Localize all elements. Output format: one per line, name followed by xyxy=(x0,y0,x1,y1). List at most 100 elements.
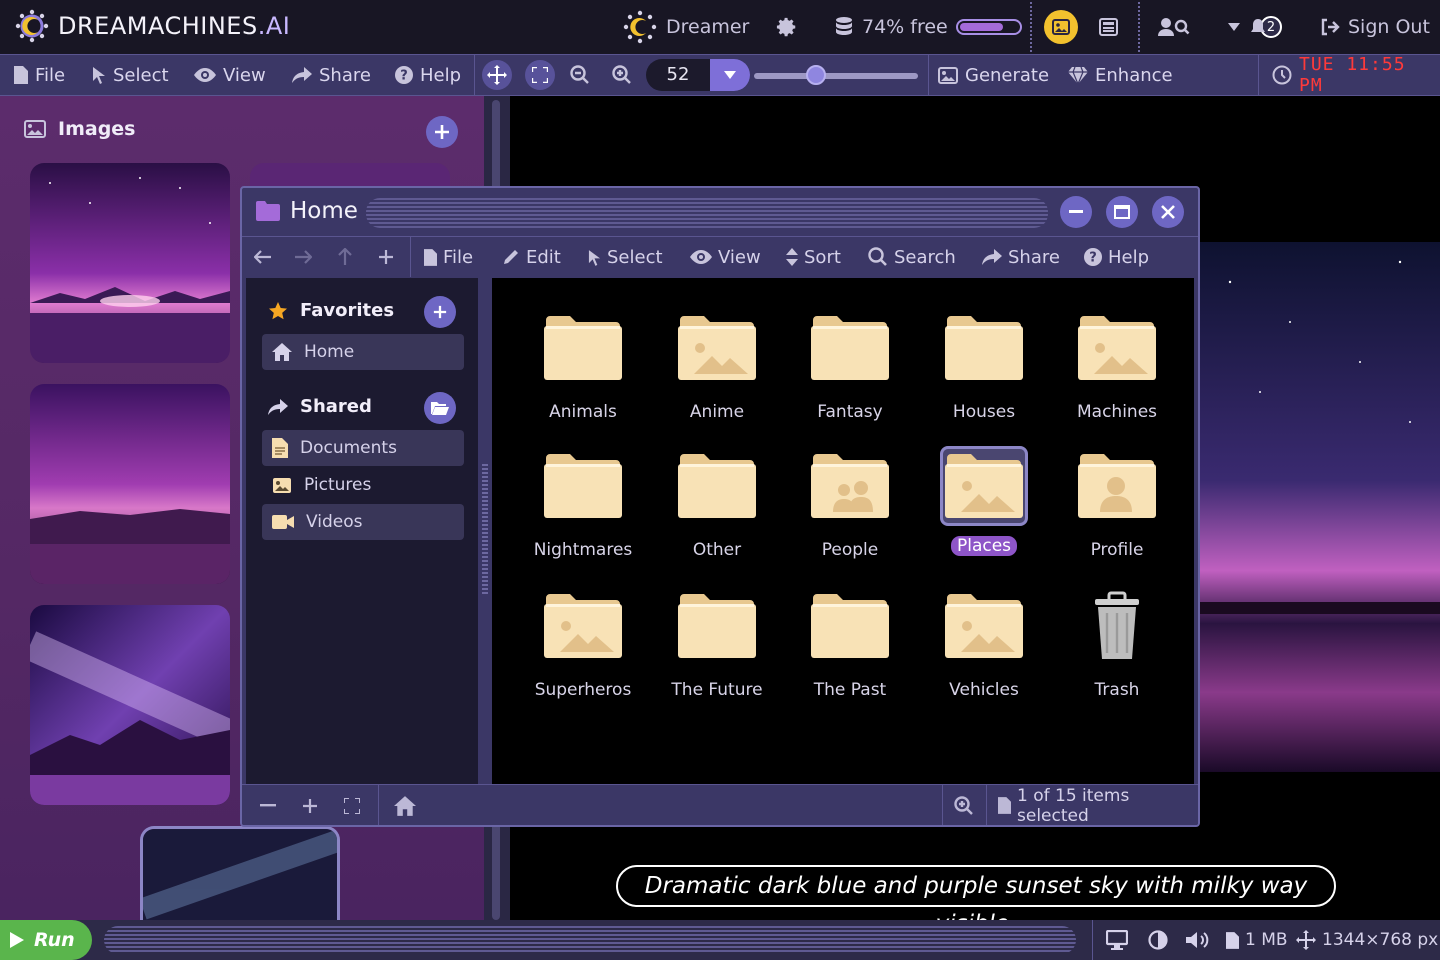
zoom-out-button[interactable] xyxy=(570,55,590,95)
folder-item[interactable]: Animals xyxy=(528,306,638,436)
brand-name: DREAMACHINES.AI xyxy=(58,12,291,40)
run-button[interactable]: Run xyxy=(0,920,92,960)
zoom-slider[interactable] xyxy=(754,73,918,79)
add-image-button[interactable] xyxy=(426,116,458,148)
close-icon xyxy=(1161,205,1175,219)
folder-item[interactable]: Houses xyxy=(929,306,1039,436)
folder-item[interactable]: Superheros xyxy=(528,584,638,714)
sidebar-item-home[interactable]: Home xyxy=(262,334,464,370)
menu-select[interactable]: Select xyxy=(92,55,169,95)
generate-button[interactable]: Generate xyxy=(938,55,1049,95)
fw-menu-sort[interactable]: Sort xyxy=(786,237,841,277)
fw-menu-share[interactable]: Share xyxy=(982,237,1060,277)
settings-button[interactable] xyxy=(776,0,798,54)
sidebar-splitter[interactable] xyxy=(478,278,492,784)
display-button[interactable] xyxy=(1106,920,1128,960)
zoom-slider-handle[interactable] xyxy=(806,65,827,85)
user-menu[interactable]: Dreamer xyxy=(622,0,749,54)
plus-icon xyxy=(378,249,394,265)
folder-label: Houses xyxy=(952,402,1016,422)
file-grid[interactable]: Animals Anime Fantasy Houses Machines Nightma… xyxy=(492,278,1194,784)
enhance-button[interactable]: Enhance xyxy=(1068,55,1173,95)
forward-button[interactable] xyxy=(294,237,312,277)
zoom-input[interactable]: 52 xyxy=(646,59,750,91)
storage-indicator[interactable]: 74% free xyxy=(834,0,1022,54)
maximize-button[interactable] xyxy=(1106,196,1138,228)
pencil-icon xyxy=(502,248,520,266)
selection-status: 1 of 15 items selected xyxy=(998,785,1198,825)
fw-menu-view[interactable]: View xyxy=(690,237,761,277)
back-button[interactable] xyxy=(254,237,272,277)
folder-label: The Past xyxy=(813,680,887,700)
fw-menu-help[interactable]: ? Help xyxy=(1084,237,1149,277)
image-icon xyxy=(1044,10,1078,44)
folder-item[interactable]: Fantasy xyxy=(795,306,905,436)
add-favorite-button[interactable] xyxy=(424,296,456,328)
folder-item[interactable]: The Future xyxy=(662,584,772,714)
zoom-button[interactable] xyxy=(954,785,974,825)
image-thumbnail[interactable] xyxy=(30,163,230,363)
zoom-value[interactable]: 52 xyxy=(646,59,710,91)
move-tool-button[interactable] xyxy=(482,55,512,95)
fw-menu-search[interactable]: Search xyxy=(868,237,956,277)
preview-image xyxy=(1200,242,1440,772)
menu-help[interactable]: ? Help xyxy=(395,55,461,95)
main-menubar: File Select View Share ? Help 52 Generat… xyxy=(0,54,1440,96)
folder-label: Machines xyxy=(1076,402,1158,422)
notifications-button[interactable]: 2 xyxy=(1228,0,1282,54)
shared-label: Shared xyxy=(300,396,372,417)
trash-item[interactable]: Trash xyxy=(1062,584,1172,714)
file-icon xyxy=(14,66,28,84)
run-label: Run xyxy=(34,929,75,951)
move-icon xyxy=(482,60,512,90)
folder-item[interactable]: Places xyxy=(929,444,1039,574)
volume-button[interactable] xyxy=(1186,920,1212,960)
user-search-button[interactable] xyxy=(1158,0,1190,54)
splitter-grip[interactable] xyxy=(482,464,488,594)
folder-item[interactable]: Machines xyxy=(1062,306,1172,436)
go-home-button[interactable] xyxy=(394,785,416,825)
sidebar-item-videos[interactable]: Videos xyxy=(262,504,464,540)
expand-icon xyxy=(344,797,360,814)
window-drag-handle[interactable] xyxy=(366,198,1048,228)
fit-button[interactable] xyxy=(344,785,360,825)
image-thumbnail[interactable] xyxy=(30,384,230,584)
fw-menu-edit[interactable]: Edit xyxy=(502,237,561,277)
folder-item[interactable]: Nightmares xyxy=(528,444,638,574)
zoom-dropdown-button[interactable] xyxy=(710,59,750,91)
image-thumbnail-selected[interactable] xyxy=(140,826,340,920)
folder-item[interactable]: Anime xyxy=(662,306,772,436)
zoom-out-icon xyxy=(570,65,590,85)
sign-out-button[interactable]: Sign Out xyxy=(1320,0,1430,54)
sidebar-item-documents[interactable]: Documents xyxy=(262,430,464,466)
image-thumbnail[interactable] xyxy=(30,605,230,805)
new-button[interactable] xyxy=(378,237,394,277)
folder-item[interactable]: Profile xyxy=(1062,444,1172,574)
fit-screen-button[interactable] xyxy=(525,55,555,95)
folder-item[interactable]: People xyxy=(795,444,905,574)
brand-logo[interactable]: DREAMACHINES.AI xyxy=(14,8,290,44)
folder-item[interactable]: Other xyxy=(662,444,772,574)
news-button[interactable] xyxy=(1097,0,1119,54)
folder-item[interactable]: Vehicles xyxy=(929,584,1039,714)
open-shared-button[interactable] xyxy=(424,392,456,424)
menu-share[interactable]: Share xyxy=(292,55,371,95)
shrink-button[interactable] xyxy=(260,785,276,825)
divider xyxy=(1030,2,1032,52)
help-icon: ? xyxy=(1084,248,1102,266)
menu-file[interactable]: File xyxy=(14,55,65,95)
menu-view[interactable]: View xyxy=(194,55,266,95)
minimize-button[interactable] xyxy=(1060,196,1092,228)
contrast-button[interactable] xyxy=(1148,920,1168,960)
sidebar-item-pictures[interactable]: Pictures xyxy=(262,467,464,503)
fw-menu-select[interactable]: Select xyxy=(588,237,663,277)
folder-label: Other xyxy=(692,540,742,560)
favorites-label: Favorites xyxy=(300,300,395,321)
grow-button[interactable] xyxy=(302,785,318,825)
folder-item[interactable]: The Past xyxy=(795,584,905,714)
zoom-in-button[interactable] xyxy=(612,55,632,95)
up-button[interactable] xyxy=(338,237,352,277)
gallery-button[interactable] xyxy=(1044,0,1078,54)
close-button[interactable] xyxy=(1152,196,1184,228)
fw-menu-file[interactable]: File xyxy=(424,237,473,277)
